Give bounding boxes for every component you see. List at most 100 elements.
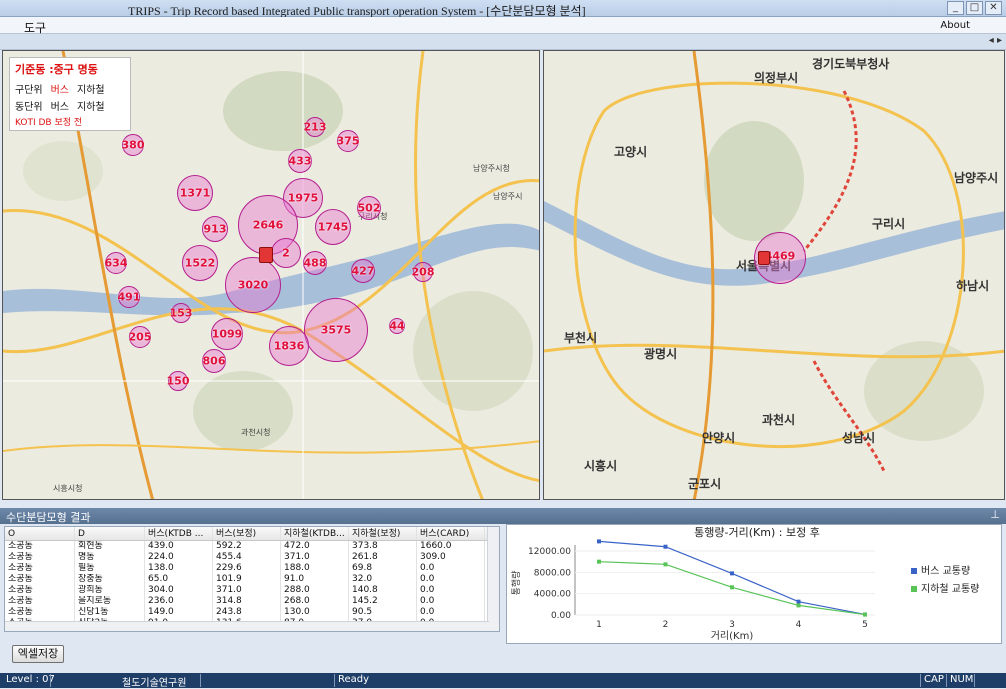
close-button[interactable]: ✕ <box>985 1 1002 15</box>
column-header[interactable]: O <box>5 527 75 540</box>
data-point <box>863 612 867 617</box>
data-point <box>663 562 668 567</box>
trip-bubble-label: 1745 <box>317 220 349 234</box>
table-cell: 소공동 <box>5 552 75 563</box>
status-num: NUM <box>950 674 974 685</box>
column-header[interactable]: D <box>75 527 145 540</box>
table-cell: 0.0 <box>417 596 485 607</box>
column-header[interactable]: 버스(보정) <box>213 527 281 540</box>
status-cap: CAP <box>924 674 944 685</box>
place-label: 부천시 <box>564 331 598 345</box>
table-cell: 268.0 <box>281 596 349 607</box>
table-cell: 188.0 <box>281 563 349 574</box>
table-row[interactable]: 소공동 광희동 304.0 371.0 288.0 140.8 0.0 <box>5 585 499 596</box>
minimize-button[interactable]: _ <box>947 1 964 15</box>
map-marker-icon <box>259 247 273 263</box>
info-row-gu: 구단위 버스 지하철 <box>15 81 125 96</box>
data-point <box>730 585 734 590</box>
table-row[interactable]: 소공동 필동 138.0 229.6 188.0 69.8 0.0 <box>5 563 499 574</box>
info-box: 기준동 :중구 명동 구단위 버스 지하철 동단위 버스 지하철 KOTI DB… <box>9 57 131 131</box>
trip-bubble-label: 205 <box>128 330 152 344</box>
trip-bubble-label: 2 <box>282 246 290 260</box>
maximize-button[interactable]: □ <box>966 1 983 15</box>
place-label: 성남시 <box>842 431 876 445</box>
tab-nav-arrows-icon[interactable]: ◂ ▸ <box>989 35 1002 46</box>
left-map[interactable]: 기준동 :중구 명동 구단위 버스 지하철 동단위 버스 지하철 KOTI DB… <box>2 50 540 500</box>
legend-swatch <box>911 586 917 592</box>
table-cell: 90.5 <box>349 607 417 618</box>
table-row[interactable]: 소공동 신당1동 149.0 243.8 130.0 90.5 0.0 <box>5 607 499 618</box>
pin-icon[interactable]: ⊥ <box>990 508 1000 521</box>
results-panel-header: 수단분담모형 결과 ⊥ <box>0 508 1006 524</box>
table-cell: 소공동 <box>5 563 75 574</box>
table-row[interactable]: 소공동 장충동 65.0 101.9 91.0 32.0 0.0 <box>5 574 499 585</box>
table-row[interactable]: 소공동 을지로동 236.0 314.8 268.0 145.2 0.0 <box>5 596 499 607</box>
table-cell: 신당1동 <box>75 607 145 618</box>
table-cell: 229.6 <box>213 563 281 574</box>
place-label: 광명시 <box>644 347 678 361</box>
trip-bubble-label: 208 <box>411 265 435 279</box>
place-label: 남양주시청 <box>473 164 510 173</box>
place-label: 과천시 <box>762 413 796 427</box>
table-cell: 140.8 <box>349 585 417 596</box>
column-header[interactable]: 지하철(보정) <box>349 527 417 540</box>
y-tick-label: 0.00 <box>551 611 571 621</box>
place-label: 남양주시 <box>954 171 999 185</box>
table-cell: 439.0 <box>145 541 213 552</box>
trip-bubble-label: 433 <box>288 154 312 168</box>
horizontal-scrollbar[interactable] <box>5 621 489 631</box>
trip-bubble-label: 1099 <box>211 327 243 341</box>
tab-strip: ◂ ▸ <box>0 34 1006 50</box>
series-line <box>598 540 866 616</box>
table-cell: 261.8 <box>349 552 417 563</box>
trip-bubble-label: 427 <box>351 264 375 278</box>
distance-chart: 통행량-거리(Km) : 보정 후 12000.00 8000.00 4000.00 0… <box>506 524 1002 644</box>
status-level: Level : 07 <box>6 674 55 685</box>
subway-toggle[interactable]: 지하철 <box>77 98 105 113</box>
place-label: 과천시청 <box>241 428 271 437</box>
results-table[interactable]: O D 버스(KTDB ... 버스(보정) 지하철(KTDB... 지하철(보… <box>4 526 500 632</box>
x-tick-label: 1 <box>596 620 602 630</box>
subway-toggle[interactable]: 지하철 <box>77 81 105 96</box>
trip-bubble-label: 3020 <box>237 278 269 292</box>
table-cell: 광희동 <box>75 585 145 596</box>
place-label: 구리시 <box>872 217 906 231</box>
info-row-label: 구단위 <box>15 85 43 96</box>
chart-title: 통행량-거리(Km) : 보정 후 <box>694 526 820 539</box>
y-axis-label: 통행량 <box>510 571 522 596</box>
trip-bubble-label: 1371 <box>179 186 211 200</box>
trip-bubble-label: 375 <box>336 134 360 148</box>
menu-about[interactable]: About <box>940 20 970 31</box>
y-tick-label: 4000.00 <box>534 590 571 600</box>
column-header[interactable]: 지하철(KTDB... <box>281 527 349 540</box>
y-tick-label: 8000.00 <box>534 568 571 578</box>
table-cell: 455.4 <box>213 552 281 563</box>
excel-save-button[interactable]: 엑셀저장 <box>12 645 64 663</box>
right-map[interactable]: 경기도북부청사 의정부시 고양시 남양주시 구리시 서울특별시 하남시 부천시 … <box>543 50 1005 500</box>
trip-bubble-label: 44 <box>389 319 405 333</box>
table-cell: 32.0 <box>349 574 417 585</box>
column-header[interactable]: 버스(CARD) <box>417 527 485 540</box>
title-bar: TRIPS - Trip Record based Integrated Pub… <box>0 0 1006 18</box>
trip-bubble-label: 153 <box>169 306 193 320</box>
table-cell: 0.0 <box>417 607 485 618</box>
table-cell: 65.0 <box>145 574 213 585</box>
bus-toggle[interactable]: 버스 <box>51 81 69 96</box>
vertical-scrollbar[interactable] <box>487 527 499 631</box>
status-bar: Level : 07 철도기술연구원 Ready CAP NUM <box>0 673 1006 689</box>
results-title: 수단분담모형 결과 <box>6 511 91 524</box>
place-label: 군포시 <box>688 477 722 491</box>
info-header: 기준동 :중구 명동 <box>15 63 98 76</box>
bus-toggle[interactable]: 버스 <box>51 98 69 113</box>
data-point <box>796 599 801 604</box>
map-marker-icon <box>758 251 770 265</box>
trip-bubble-label: 213 <box>303 120 327 134</box>
table-row[interactable]: 소공동 명동 224.0 455.4 371.0 261.8 309.0 <box>5 552 499 563</box>
table-body: 소공동 회현동 439.0 592.2 472.0 373.8 1660.0 소공동 명동 224… <box>5 541 499 629</box>
table-cell: 장충동 <box>75 574 145 585</box>
table-cell: 필동 <box>75 563 145 574</box>
info-row-label: 동단위 <box>15 102 43 113</box>
column-header[interactable]: 버스(KTDB ... <box>145 527 213 540</box>
table-cell: 314.8 <box>213 596 281 607</box>
table-row[interactable]: 소공동 회현동 439.0 592.2 472.0 373.8 1660.0 <box>5 541 499 552</box>
